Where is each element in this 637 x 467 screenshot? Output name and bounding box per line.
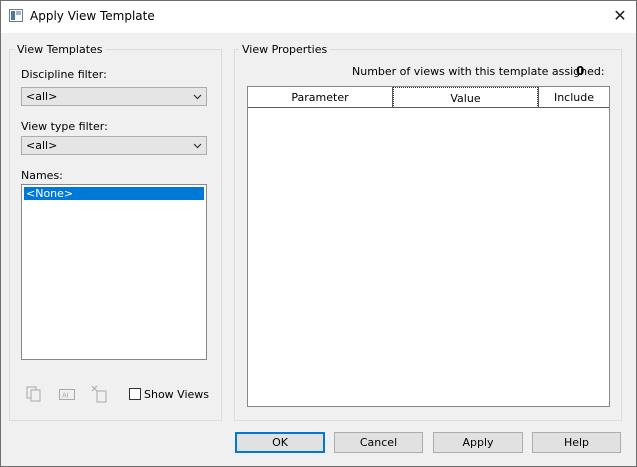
assigned-count-value: 0 — [576, 64, 585, 78]
view-properties-group-title: View Properties — [239, 43, 331, 56]
discipline-filter-select[interactable]: <all> — [21, 87, 207, 106]
discipline-filter-value: <all> — [26, 90, 58, 103]
names-label: Names: — [21, 169, 63, 182]
discipline-filter-label: Discipline filter: — [21, 68, 107, 81]
delete-icon[interactable] — [91, 385, 109, 403]
view-templates-group-title: View Templates — [14, 43, 106, 56]
ok-button[interactable]: OK — [235, 432, 325, 453]
title-bar: Apply View Template ✕ — [1, 1, 636, 33]
duplicate-icon[interactable] — [25, 385, 43, 403]
column-header-parameter[interactable]: Parameter — [248, 87, 393, 108]
names-list-item[interactable]: <None> — [24, 187, 204, 200]
view-type-filter-value: <all> — [26, 139, 58, 152]
view-type-filter-label: View type filter: — [21, 120, 108, 133]
window-title: Apply View Template — [30, 9, 155, 23]
app-icon — [9, 9, 23, 22]
view-type-filter-select[interactable]: <all> — [21, 136, 207, 155]
help-button[interactable]: Help — [532, 432, 621, 453]
column-header-value[interactable]: Value — [393, 87, 538, 108]
properties-table[interactable]: Parameter Value Include — [247, 86, 610, 407]
show-views-checkbox[interactable] — [129, 388, 141, 400]
apply-button[interactable]: Apply — [433, 432, 523, 453]
cancel-button[interactable]: Cancel — [334, 432, 423, 453]
rename-icon[interactable]: AI — [58, 385, 76, 403]
chevron-down-icon — [193, 94, 202, 100]
close-button[interactable]: ✕ — [610, 6, 630, 26]
apply-view-template-dialog: Apply View Template ✕ View Templates Dis… — [0, 0, 637, 467]
svg-text:AI: AI — [62, 392, 69, 400]
column-header-include[interactable]: Include — [538, 87, 609, 108]
names-listbox[interactable]: <None> — [21, 184, 207, 360]
show-views-label[interactable]: Show Views — [144, 388, 209, 401]
assigned-count-label: Number of views with this template assig… — [352, 65, 605, 78]
chevron-down-icon — [193, 143, 202, 149]
